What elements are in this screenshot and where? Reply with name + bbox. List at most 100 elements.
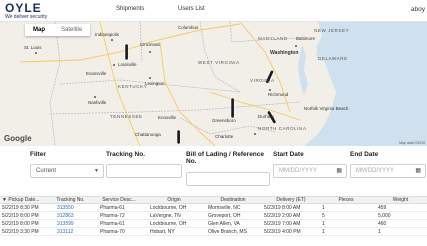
tracking-label: Tracking No.: [106, 151, 146, 158]
filter-select[interactable]: Current ▼: [30, 164, 104, 178]
col-pickup-date[interactable]: ▼ Pickup Date...: [0, 197, 47, 203]
cell-pieces: 1: [322, 228, 325, 235]
cell-service: Pharma-61: [100, 220, 125, 227]
bol-label-line2: No.: [186, 158, 197, 165]
state-label-delaware: DELAWARE: [318, 56, 348, 61]
user-name[interactable]: aboy: [411, 6, 425, 13]
cell-origin: Lockbourne, OH: [150, 220, 187, 227]
cell-tracking-link[interactable]: 313599: [47, 221, 92, 227]
col-weight[interactable]: Weight: [372, 197, 427, 203]
city-label-norfolk: Norfolk Virginia Beach: [304, 106, 349, 111]
start-date-input[interactable]: MM/DD/YYYY ▦: [273, 164, 347, 178]
col-delivery[interactable]: Delivery (ET): [262, 197, 318, 203]
city-dot: [295, 45, 297, 47]
cell-pickup-date: 5/22/19 8:00 PM: [2, 220, 39, 227]
bol-label-line1: Bill of Lading / Reference: [186, 151, 265, 158]
city-dot: [113, 64, 115, 66]
chevron-down-icon: ▼: [94, 168, 99, 174]
cell-pieces: 1: [322, 220, 325, 227]
city-label-durham: Durham: [258, 114, 275, 119]
calendar-icon[interactable]: ▦: [336, 167, 342, 174]
cell-tracking-link[interactable]: 313550: [47, 205, 92, 211]
cell-destination: Groveport, OH: [208, 212, 241, 219]
top-bar: OYLE We deliver security Shipments Users…: [0, 0, 427, 22]
city-label-nashville: Nashville: [88, 100, 107, 105]
table-row[interactable]: 5/22/19 3:30 PM 313112 Pharma-70 Hobart,…: [0, 228, 427, 236]
state-label-kentucky: KENTUCKY: [118, 84, 148, 89]
table-row[interactable]: 5/22/19 8:30 PM 313550 Pharma-61 Lockbou…: [0, 204, 427, 212]
state-label-virginia: VIRGINIA: [250, 78, 275, 83]
col-destination[interactable]: Destination: [202, 197, 262, 203]
city-label-charlotte: Charlotte: [215, 134, 234, 139]
map-type-tabs: Map Satellite: [25, 24, 91, 36]
calendar-icon[interactable]: ▦: [415, 167, 421, 174]
tab-satellite[interactable]: Satellite: [53, 27, 90, 33]
cell-weight: 1: [378, 228, 381, 235]
shipments-table: ▼ Pickup Date... Tracking No. Service De…: [0, 196, 427, 236]
city-label-richmond: Richmond: [268, 92, 289, 97]
state-label-north-carolina: NORTH CAROLINA: [258, 126, 307, 131]
google-logo: Google: [4, 134, 32, 143]
city-dot: [94, 96, 96, 98]
city-label-baltimore: Baltimore: [296, 36, 316, 41]
end-date-label: End Date: [350, 151, 379, 158]
cell-pickup-date: 5/22/19 3:30 PM: [2, 228, 39, 235]
logo-text: OYLE: [5, 1, 42, 15]
bol-input[interactable]: [186, 172, 270, 186]
logo-tagline: We deliver security: [5, 14, 48, 20]
cell-pieces: 1: [322, 204, 325, 211]
cell-destination: Glen Allen, VA: [208, 220, 240, 227]
filter-select-value: Current: [36, 168, 57, 174]
city-label-columbus: Columbus: [178, 25, 199, 30]
city-label-chattanooga: Chattanooga: [135, 132, 161, 137]
cell-service: Pharma-70: [100, 228, 125, 235]
cell-origin: Hobart, NY: [150, 228, 175, 235]
city-dot: [149, 51, 151, 53]
cell-delivery: 5/23/19 7:00 AM: [264, 220, 301, 227]
cell-origin: Lockbourne, OH: [150, 204, 187, 211]
map-footer[interactable]: Map data ©2019: [399, 141, 425, 145]
nav-users-list[interactable]: Users List: [178, 6, 205, 12]
city-label-lexington: Lexington: [145, 81, 165, 86]
cell-weight: 460: [378, 220, 387, 227]
shipment-map[interactable]: Map Satellite St. Louis Indianapolis Cin…: [0, 22, 427, 146]
nav-shipments[interactable]: Shipments: [116, 6, 144, 12]
table-row[interactable]: 5/22/19 8:00 PM 312863 Pharma-72 LaVergn…: [0, 212, 427, 220]
logo[interactable]: OYLE We deliver security: [5, 2, 47, 20]
cell-origin: LaVergne, TN: [150, 212, 181, 219]
cell-pickup-date: 5/22/19 8:00 PM: [2, 212, 39, 219]
city-dot: [254, 133, 256, 135]
city-label-knoxville: Knoxville: [158, 115, 177, 120]
map-canvas: [0, 22, 336, 146]
state-label-west-virginia: WEST VIRGINIA: [198, 60, 240, 65]
table-header: ▼ Pickup Date... Tracking No. Service De…: [0, 196, 427, 204]
shipment-marker: [230, 97, 235, 119]
table-row[interactable]: 5/22/19 8:00 PM 313599 Pharma-61 Lockbou…: [0, 220, 427, 228]
city-label-cincinnati: Cincinnati: [140, 42, 160, 47]
tracking-input[interactable]: [106, 164, 182, 178]
cell-pickup-date: 5/22/19 8:30 PM: [2, 204, 39, 211]
tab-map[interactable]: Map: [25, 27, 53, 33]
city-label-greensboro: Greensboro: [212, 118, 236, 123]
end-date-input[interactable]: MM/DD/YYYY ▦: [350, 164, 426, 178]
cell-delivery: 5/23/19 4:00 PM: [264, 228, 301, 235]
city-dot: [111, 39, 113, 41]
city-label-evansville: Evansville: [86, 71, 107, 76]
cell-service: Pharma-61: [100, 204, 125, 211]
cell-weight: 5,000: [378, 212, 391, 219]
state-label-new-jersey: NEW JERSEY: [314, 28, 350, 33]
cell-destination: Olive Branch, MS: [208, 228, 247, 235]
cell-destination: Morrisville, NC: [208, 204, 241, 211]
city-label-indianapolis: Indianapolis: [95, 32, 120, 37]
col-origin[interactable]: Origin: [144, 197, 202, 203]
city-label-louisville: Louisville: [118, 62, 137, 67]
col-service-desc[interactable]: Service Desc...: [92, 197, 144, 203]
cell-tracking-link[interactable]: 313112: [47, 229, 92, 235]
state-label-maryland: MARYLAND: [258, 36, 288, 41]
city-label-washington: Washington: [270, 50, 299, 56]
cell-tracking-link[interactable]: 312863: [47, 213, 92, 219]
shipment-marker: [176, 129, 181, 145]
cell-service: Pharma-72: [100, 212, 125, 219]
col-tracking-no[interactable]: Tracking No.: [47, 197, 92, 203]
col-pieces[interactable]: Pieces: [318, 197, 372, 203]
